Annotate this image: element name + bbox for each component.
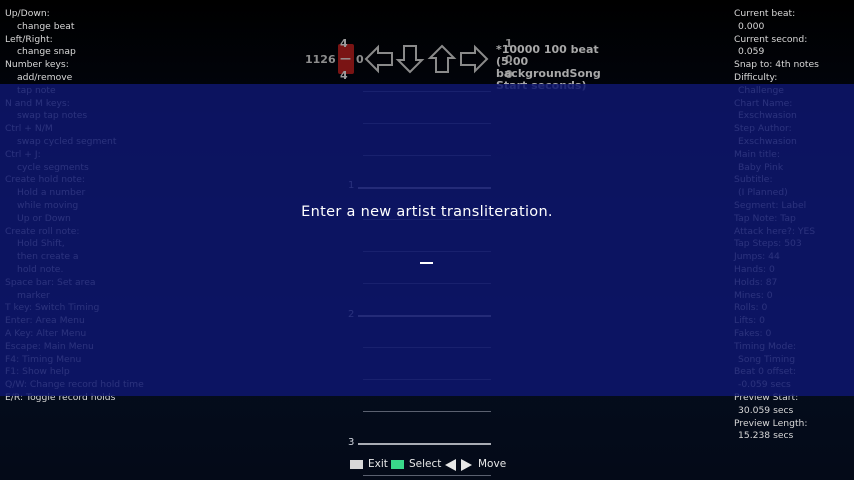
red-top-number: 4 (340, 37, 348, 50)
measure-number: 3 (348, 437, 355, 448)
info-line: 30.059 secs (738, 404, 794, 416)
info-line: Current second: (734, 33, 808, 45)
help-line: change beat (17, 20, 75, 32)
move-right-icon (461, 459, 472, 471)
text-entry-overlay (0, 84, 854, 396)
info-line: 0.000 (738, 20, 765, 32)
exit-label[interactable]: Exit (368, 458, 388, 470)
help-line: add/remove (17, 71, 73, 83)
receptor-left-arrow-icon (364, 44, 394, 74)
receptor-up-arrow-icon (427, 44, 457, 74)
help-line: Left/Right: (5, 33, 53, 45)
help-line: change snap (17, 46, 76, 58)
exit-key-icon (350, 460, 363, 469)
help-line: Number keys: (5, 59, 69, 71)
info-line: 15.238 secs (738, 430, 794, 442)
header-zero: 0 (356, 53, 364, 66)
help-line: Up/Down: (5, 8, 50, 19)
info-line: Difficulty: (734, 71, 778, 83)
select-label[interactable]: Select (409, 458, 441, 470)
info-line: Preview Length: (734, 417, 808, 429)
red-mid-number: — (340, 52, 351, 65)
select-key-icon (391, 460, 404, 469)
move-left-icon (445, 459, 456, 471)
info-line: Snap to: 4th notes (734, 59, 819, 71)
info-line: Current beat: (734, 8, 796, 19)
text-input-caret[interactable] (420, 262, 433, 264)
info-line: 0.059 (738, 46, 765, 58)
beat-line (363, 475, 491, 476)
measure-line-3 (358, 443, 491, 445)
move-label[interactable]: Move (478, 458, 506, 470)
prompt-text: Enter a new artist transliteration. (301, 204, 553, 220)
beat-line (363, 411, 491, 412)
receptor-down-arrow-icon (395, 44, 425, 74)
red-bottom-number: 4 (340, 69, 348, 82)
receptor-right-arrow-icon (459, 44, 489, 74)
header-number-left: 1126 (305, 53, 336, 66)
